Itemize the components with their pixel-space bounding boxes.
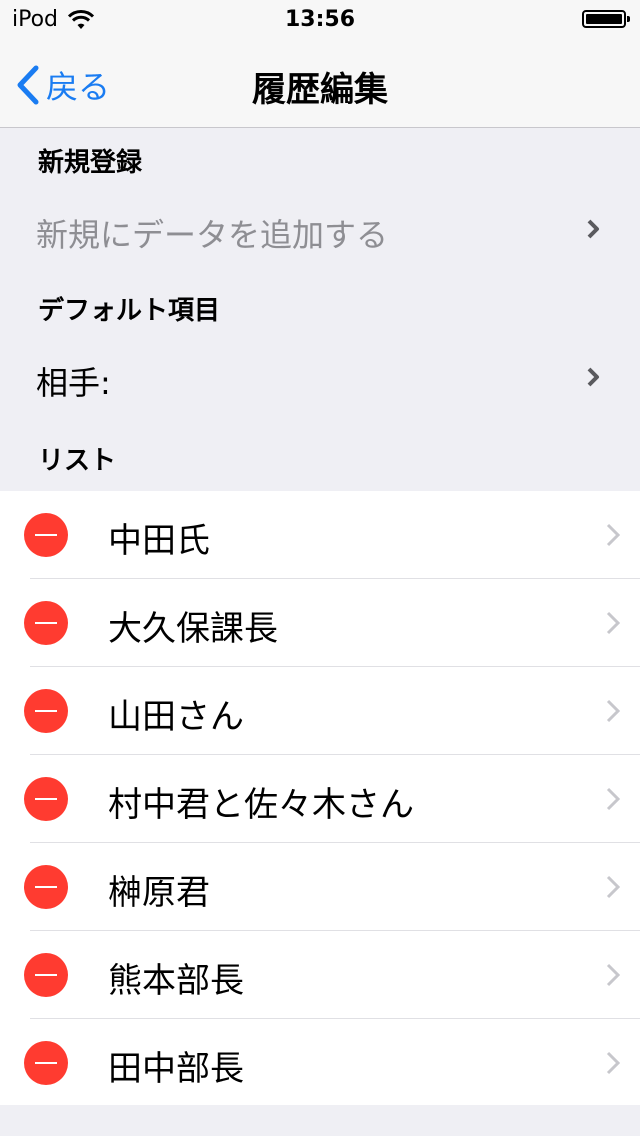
status-bar: iPod 13:56 <box>0 0 640 40</box>
history-list: 中田氏 大久保課長 山田さん 村中君と佐々木さん 榊原君 熊本部長 田中部長 <box>0 491 640 1105</box>
add-new-data-label: 新規にデータを追加する <box>36 216 389 254</box>
status-time: 13:56 <box>284 7 356 32</box>
list-item[interactable]: 大久保課長 <box>0 579 640 667</box>
delete-icon[interactable] <box>24 689 68 733</box>
list-item-label: 田中部長 <box>108 1049 244 1089</box>
section-header-new: 新規登録 <box>38 148 143 178</box>
delete-icon[interactable] <box>24 513 68 557</box>
chevron-right-icon <box>606 699 620 723</box>
list-item-label: 熊本部長 <box>108 961 244 1001</box>
default-partner-label: 相手: <box>36 364 111 402</box>
add-new-data-row[interactable]: 新規にデータを追加する <box>0 192 640 266</box>
battery-icon <box>582 10 630 28</box>
list-item-label: 大久保課長 <box>108 609 278 649</box>
chevron-right-icon <box>587 367 599 387</box>
list-item[interactable]: 田中部長 <box>0 1019 640 1107</box>
page-title: 履歴編集 <box>252 70 388 110</box>
chevron-right-icon <box>606 787 620 811</box>
list-item-label: 中田氏 <box>108 521 210 561</box>
delete-icon[interactable] <box>24 953 68 997</box>
chevron-right-icon <box>587 219 599 239</box>
list-item[interactable]: 榊原君 <box>0 843 640 931</box>
chevron-right-icon <box>606 875 620 899</box>
chevron-right-icon <box>606 963 620 987</box>
list-item[interactable]: 村中君と佐々木さん <box>0 755 640 843</box>
section-header-default: デフォルト項目 <box>38 296 221 326</box>
list-item-label: 榊原君 <box>108 873 210 913</box>
list-item-label: 村中君と佐々木さん <box>108 785 414 825</box>
list-item[interactable]: 中田氏 <box>0 491 640 579</box>
list-item-label: 山田さん <box>108 697 244 737</box>
delete-icon[interactable] <box>24 777 68 821</box>
delete-icon[interactable] <box>24 1041 68 1085</box>
default-partner-row[interactable]: 相手: <box>0 340 640 414</box>
list-item[interactable]: 熊本部長 <box>0 931 640 1019</box>
navigation-bar: 戻る 履歴編集 <box>0 40 640 128</box>
list-item[interactable]: 山田さん <box>0 667 640 755</box>
chevron-right-icon <box>606 523 620 547</box>
delete-icon[interactable] <box>24 865 68 909</box>
delete-icon[interactable] <box>24 601 68 645</box>
chevron-right-icon <box>606 611 620 635</box>
section-header-list: リスト <box>38 446 117 476</box>
chevron-right-icon <box>606 1051 620 1075</box>
